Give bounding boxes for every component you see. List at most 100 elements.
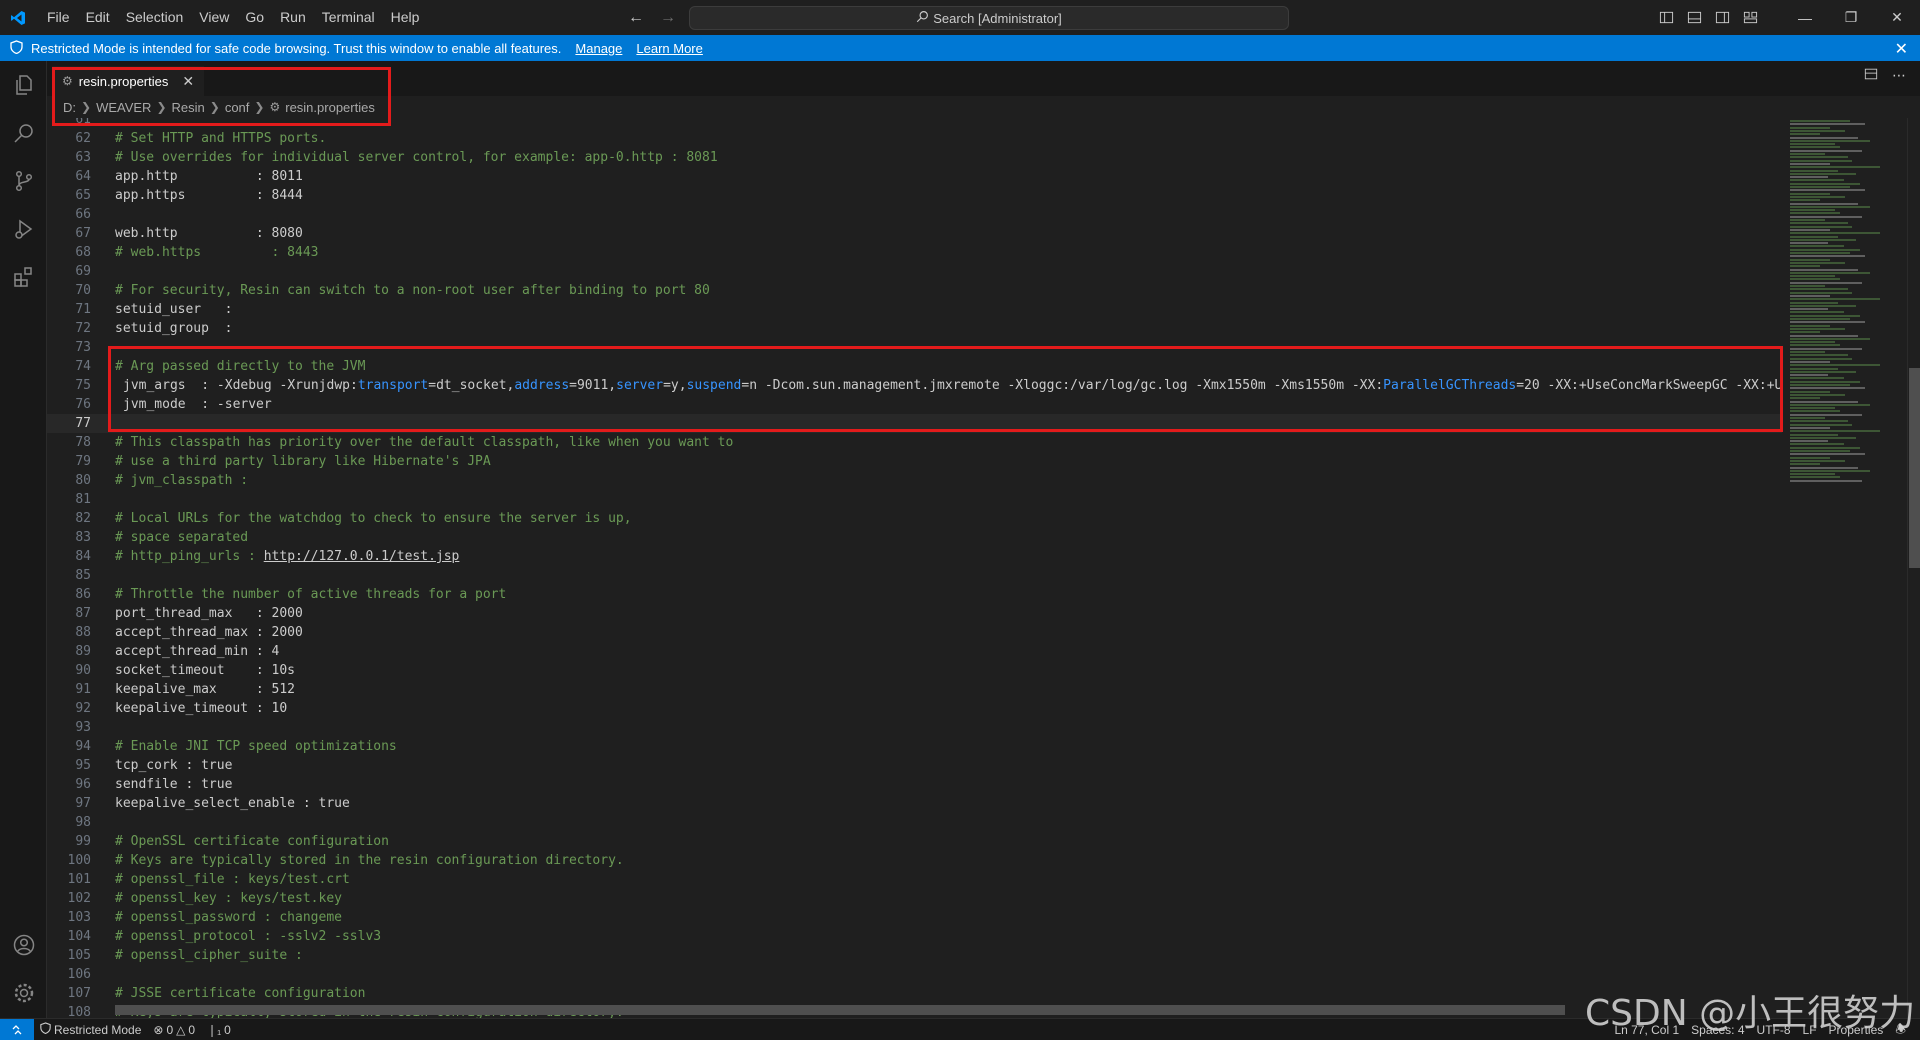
tab-close-icon[interactable]: ✕: [182, 73, 194, 90]
code-line[interactable]: 66: [47, 205, 1782, 224]
remote-indicator-icon[interactable]: [0, 1018, 34, 1040]
forward-arrow-icon[interactable]: →: [660, 9, 676, 27]
code-line[interactable]: 79 # use a third party library like Hiber…: [47, 452, 1782, 471]
minimap-line: [1790, 384, 1850, 386]
code-line[interactable]: 73: [47, 338, 1782, 357]
code-line[interactable]: 89 accept_thread_min : 4: [47, 642, 1782, 661]
search-view-icon[interactable]: [0, 109, 47, 157]
code-line[interactable]: 82 # Local URLs for the watchdog to check…: [47, 509, 1782, 528]
code-line[interactable]: 75 jvm_args : -Xdebug -Xrunjdwp:transport…: [47, 376, 1782, 395]
menu-view[interactable]: View: [191, 0, 237, 35]
code-line[interactable]: 72 setuid_group :: [47, 319, 1782, 338]
code-line[interactable]: 98: [47, 813, 1782, 832]
manage-link[interactable]: Manage: [575, 41, 622, 56]
menu-file[interactable]: File: [39, 0, 78, 35]
code-line[interactable]: 85: [47, 566, 1782, 585]
banner-close-icon[interactable]: ✕: [1895, 39, 1908, 59]
extensions-icon[interactable]: [0, 253, 47, 301]
code-line[interactable]: 94 # Enable JNI TCP speed optimizations: [47, 737, 1782, 756]
minimap-line: [1790, 410, 1840, 413]
code-line[interactable]: 101 # openssl_file : keys/test.crt: [47, 870, 1782, 889]
code-line[interactable]: 71 setuid_user :: [47, 300, 1782, 319]
menu-selection[interactable]: Selection: [118, 0, 192, 35]
code-line[interactable]: 64 app.http : 8011: [47, 167, 1782, 186]
code-line[interactable]: 76 jvm_mode : -server: [47, 395, 1782, 414]
more-actions-icon[interactable]: ⋯: [1892, 67, 1906, 84]
close-window-icon[interactable]: ✕: [1874, 0, 1920, 35]
vertical-scrollbar[interactable]: [1907, 118, 1920, 1018]
code-line[interactable]: 95 tcp_cork : true: [47, 756, 1782, 775]
code-line[interactable]: 99 # OpenSSL certificate configuration: [47, 832, 1782, 851]
error-icon: ⊗: [153, 1022, 164, 1037]
code-line[interactable]: 70 # For security, Resin can switch to a …: [47, 281, 1782, 300]
code-line[interactable]: 87 port_thread_max : 2000: [47, 604, 1782, 623]
code-line[interactable]: 93: [47, 718, 1782, 737]
source-control-icon[interactable]: [0, 157, 47, 205]
customize-layout-icon[interactable]: [1736, 0, 1764, 35]
minimize-icon[interactable]: —: [1782, 0, 1828, 35]
line-number: 92: [75, 701, 91, 716]
breadcrumb-item[interactable]: WEAVER: [96, 100, 151, 115]
code-line[interactable]: 90 socket_timeout : 10s: [47, 661, 1782, 680]
command-center-search[interactable]: Search [Administrator]: [689, 6, 1289, 30]
code-line[interactable]: 86 # Throttle the number of active thread…: [47, 585, 1782, 604]
menu-help[interactable]: Help: [383, 0, 428, 35]
code-line[interactable]: 102 # openssl_key : keys/test.key: [47, 889, 1782, 908]
code-line[interactable]: 62 # Set HTTP and HTTPS ports.: [47, 129, 1782, 148]
ports-status[interactable]: ❘₁ 0: [201, 1019, 237, 1040]
code-line[interactable]: 104 # openssl_protocol : -sslv2 -sslv3: [47, 927, 1782, 946]
settings-gear-icon[interactable]: [0, 969, 47, 1017]
restore-icon[interactable]: ❐: [1828, 0, 1874, 35]
code-line[interactable]: 83 # space separated: [47, 528, 1782, 547]
breadcrumb-item[interactable]: conf: [225, 100, 250, 115]
learn-more-link[interactable]: Learn More: [636, 41, 702, 56]
minimap[interactable]: [1782, 118, 1907, 1018]
split-editor-icon[interactable]: [1864, 67, 1878, 84]
menu-go[interactable]: Go: [237, 0, 272, 35]
code-line[interactable]: 81: [47, 490, 1782, 509]
breadcrumb-item[interactable]: D:: [63, 100, 76, 115]
scrollbar-thumb[interactable]: [1909, 368, 1920, 568]
code-line[interactable]: 100 # Keys are typically stored in the re…: [47, 851, 1782, 870]
tab-resin-properties[interactable]: ⚙ resin.properties ✕: [52, 66, 205, 96]
breadcrumb-item[interactable]: Resin: [172, 100, 205, 115]
code-line[interactable]: 61: [47, 118, 1782, 129]
code-line[interactable]: 88 accept_thread_max : 2000: [47, 623, 1782, 642]
restricted-mode-status[interactable]: Restricted Mode: [34, 1019, 147, 1040]
code-editor[interactable]: 61 62 # Set HTTP and HTTPS ports. 63 # Use o…: [47, 118, 1782, 1018]
code-line[interactable]: 63 # Use overrides for individual server …: [47, 148, 1782, 167]
account-icon[interactable]: [0, 921, 47, 969]
code-line[interactable]: 65 app.https : 8444: [47, 186, 1782, 205]
menu-run[interactable]: Run: [272, 0, 314, 35]
code-line[interactable]: 78 # This classpath has priority over the…: [47, 433, 1782, 452]
toggle-primary-sidebar-icon[interactable]: [1652, 0, 1680, 35]
code-line[interactable]: 105 # openssl_cipher_suite :: [47, 946, 1782, 965]
code-line[interactable]: 77: [47, 414, 1782, 433]
code-line[interactable]: 107 # JSSE certificate configuration: [47, 984, 1782, 1003]
code-line[interactable]: 97 keepalive_select_enable : true: [47, 794, 1782, 813]
menu-edit[interactable]: Edit: [78, 0, 118, 35]
horizontal-scrollbar-thumb[interactable]: [115, 1005, 1565, 1015]
code-line[interactable]: 67 web.http : 8080: [47, 224, 1782, 243]
code-line[interactable]: 74 # Arg passed directly to the JVM: [47, 357, 1782, 376]
code-line[interactable]: 96 sendfile : true: [47, 775, 1782, 794]
code-line[interactable]: 84 # http_ping_urls : http://127.0.0.1/te…: [47, 547, 1782, 566]
code-line[interactable]: 92 keepalive_timeout : 10: [47, 699, 1782, 718]
code-line[interactable]: 80 # jvm_classpath :: [47, 471, 1782, 490]
toggle-secondary-sidebar-icon[interactable]: [1708, 0, 1736, 35]
code-line[interactable]: 69: [47, 262, 1782, 281]
code-line[interactable]: 106: [47, 965, 1782, 984]
breadcrumb-item[interactable]: resin.properties: [285, 100, 375, 115]
url-link[interactable]: http://127.0.0.1/test.jsp: [264, 549, 460, 564]
run-debug-icon[interactable]: [0, 205, 47, 253]
problems-status[interactable]: ⊗ 0 △ 0: [147, 1019, 201, 1040]
back-arrow-icon[interactable]: ←: [628, 9, 644, 27]
code-line[interactable]: 68 # web.https : 8443: [47, 243, 1782, 262]
menu-terminal[interactable]: Terminal: [314, 0, 383, 35]
code-line[interactable]: 91 keepalive_max : 512: [47, 680, 1782, 699]
toggle-panel-icon[interactable]: [1680, 0, 1708, 35]
code-line[interactable]: 103 # openssl_password : changeme: [47, 908, 1782, 927]
minimap-line: [1790, 162, 1830, 165]
explorer-icon[interactable]: [0, 61, 47, 109]
minimap-line: [1790, 294, 1830, 297]
